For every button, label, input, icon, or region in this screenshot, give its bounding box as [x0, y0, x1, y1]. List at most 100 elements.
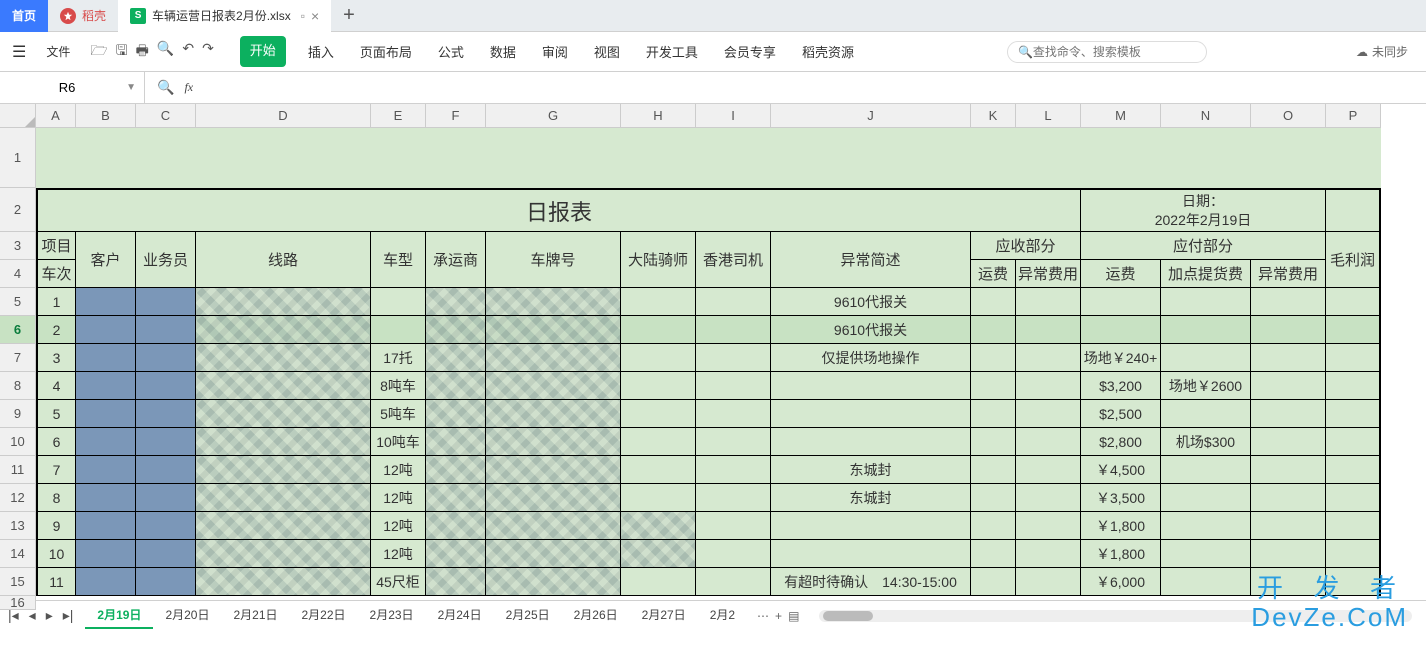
- report-title[interactable]: 日报表: [36, 188, 1081, 232]
- data-seq[interactable]: 8: [36, 484, 76, 512]
- data-grossprofit[interactable]: [1326, 540, 1381, 568]
- ribbon-tab-devtools[interactable]: 开发工具: [642, 36, 702, 67]
- data-hkdriver[interactable]: [696, 400, 771, 428]
- data-seq[interactable]: 6: [36, 428, 76, 456]
- data-recv-abnormal[interactable]: [1016, 540, 1081, 568]
- redo-icon[interactable]: ↷: [202, 40, 214, 64]
- cancel-formula-icon[interactable]: 🔍: [157, 79, 174, 96]
- data-customer[interactable]: [76, 344, 136, 372]
- data-salesperson[interactable]: [136, 344, 196, 372]
- data-pay-abnormal[interactable]: [1251, 456, 1326, 484]
- data-pay-freight[interactable]: ￥1,800: [1081, 512, 1161, 540]
- col-header-G[interactable]: G: [486, 104, 621, 128]
- row-header-11[interactable]: 11: [0, 456, 36, 484]
- sheet-nav-next[interactable]: ▸: [42, 605, 57, 626]
- data-exception[interactable]: [771, 428, 971, 456]
- row-header-12[interactable]: 12: [0, 484, 36, 512]
- data-hkdriver[interactable]: [696, 344, 771, 372]
- data-recv-freight[interactable]: [971, 400, 1016, 428]
- col-header-I[interactable]: I: [696, 104, 771, 128]
- data-carrier[interactable]: [426, 344, 486, 372]
- scrollbar-thumb[interactable]: [823, 611, 873, 621]
- data-plate[interactable]: [486, 428, 621, 456]
- hdr-grossprofit[interactable]: 毛利润: [1326, 232, 1381, 288]
- data-customer[interactable]: [76, 428, 136, 456]
- col-header-M[interactable]: M: [1081, 104, 1161, 128]
- data-seq[interactable]: 9: [36, 512, 76, 540]
- data-carrier[interactable]: [426, 568, 486, 596]
- ribbon-tab-review[interactable]: 审阅: [538, 36, 572, 67]
- row-header-16[interactable]: 16: [0, 596, 36, 610]
- data-plate[interactable]: [486, 316, 621, 344]
- data-type[interactable]: 8吨车: [371, 372, 426, 400]
- data-pay-abnormal[interactable]: [1251, 344, 1326, 372]
- data-hkdriver[interactable]: [696, 428, 771, 456]
- data-type[interactable]: 5吨车: [371, 400, 426, 428]
- data-pay-freight[interactable]: [1081, 316, 1161, 344]
- data-seq[interactable]: 7: [36, 456, 76, 484]
- data-carrier[interactable]: [426, 428, 486, 456]
- data-recv-freight[interactable]: [971, 456, 1016, 484]
- row-header-14[interactable]: 14: [0, 540, 36, 568]
- data-hkdriver[interactable]: [696, 456, 771, 484]
- data-type[interactable]: 45尺柜: [371, 568, 426, 596]
- data-hkdriver[interactable]: [696, 316, 771, 344]
- sheet-tab-3[interactable]: 2月22日: [290, 602, 358, 629]
- data-pay-freight[interactable]: $2,800: [1081, 428, 1161, 456]
- hdr-payable[interactable]: 应付部分: [1081, 232, 1326, 260]
- data-route[interactable]: [196, 316, 371, 344]
- data-type[interactable]: 12吨: [371, 512, 426, 540]
- data-exception[interactable]: 有超时待确认 14:30-15:00: [771, 568, 971, 596]
- data-hkdriver[interactable]: [696, 512, 771, 540]
- data-pay-abnormal[interactable]: [1251, 568, 1326, 596]
- ribbon-tab-data[interactable]: 数据: [486, 36, 520, 67]
- data-seq[interactable]: 5: [36, 400, 76, 428]
- data-mldriver[interactable]: [621, 400, 696, 428]
- data-seq[interactable]: 3: [36, 344, 76, 372]
- sheet-tab-8[interactable]: 2月27日: [630, 602, 698, 629]
- data-seq[interactable]: 2: [36, 316, 76, 344]
- data-recv-freight[interactable]: [971, 540, 1016, 568]
- data-type[interactable]: 12吨: [371, 456, 426, 484]
- data-recv-abnormal[interactable]: [1016, 456, 1081, 484]
- sheet-tab-4[interactable]: 2月23日: [358, 602, 426, 629]
- data-customer[interactable]: [76, 484, 136, 512]
- undo-icon[interactable]: ↶: [182, 40, 194, 64]
- data-pay-extra[interactable]: [1161, 484, 1251, 512]
- hdr-project[interactable]: 项目: [36, 232, 76, 260]
- data-route[interactable]: [196, 456, 371, 484]
- data-customer[interactable]: [76, 512, 136, 540]
- empty-band[interactable]: [36, 128, 1381, 188]
- data-pay-abnormal[interactable]: [1251, 372, 1326, 400]
- col-header-C[interactable]: C: [136, 104, 196, 128]
- data-plate[interactable]: [486, 456, 621, 484]
- ribbon-tab-view[interactable]: 视图: [590, 36, 624, 67]
- date-cell[interactable]: 日期：2022年2月19日: [1081, 188, 1326, 232]
- sheet-tab-1[interactable]: 2月20日: [153, 602, 221, 629]
- data-recv-abnormal[interactable]: [1016, 428, 1081, 456]
- open-icon[interactable]: 🗁: [90, 40, 107, 64]
- sheet-tab-9[interactable]: 2月2: [698, 602, 747, 629]
- data-exception[interactable]: [771, 540, 971, 568]
- data-carrier[interactable]: [426, 540, 486, 568]
- sheet-nav-last[interactable]: ▸|: [59, 605, 78, 626]
- data-pay-freight[interactable]: 场地￥240+: [1081, 344, 1161, 372]
- select-all-corner[interactable]: [0, 104, 36, 128]
- data-customer[interactable]: [76, 568, 136, 596]
- data-pay-abnormal[interactable]: [1251, 288, 1326, 316]
- data-hkdriver[interactable]: [696, 540, 771, 568]
- data-plate[interactable]: [486, 288, 621, 316]
- data-grossprofit[interactable]: [1326, 456, 1381, 484]
- data-recv-freight[interactable]: [971, 568, 1016, 596]
- data-carrier[interactable]: [426, 288, 486, 316]
- data-exception[interactable]: 东城封: [771, 484, 971, 512]
- ribbon-tab-doke[interactable]: 稻壳资源: [798, 36, 858, 67]
- data-carrier[interactable]: [426, 484, 486, 512]
- col-header-F[interactable]: F: [426, 104, 486, 128]
- data-mldriver[interactable]: [621, 344, 696, 372]
- row-header-7[interactable]: 7: [0, 344, 36, 372]
- data-grossprofit[interactable]: [1326, 512, 1381, 540]
- name-box-dropdown-icon[interactable]: ▼: [126, 82, 136, 93]
- col-header-H[interactable]: H: [621, 104, 696, 128]
- data-pay-abnormal[interactable]: [1251, 428, 1326, 456]
